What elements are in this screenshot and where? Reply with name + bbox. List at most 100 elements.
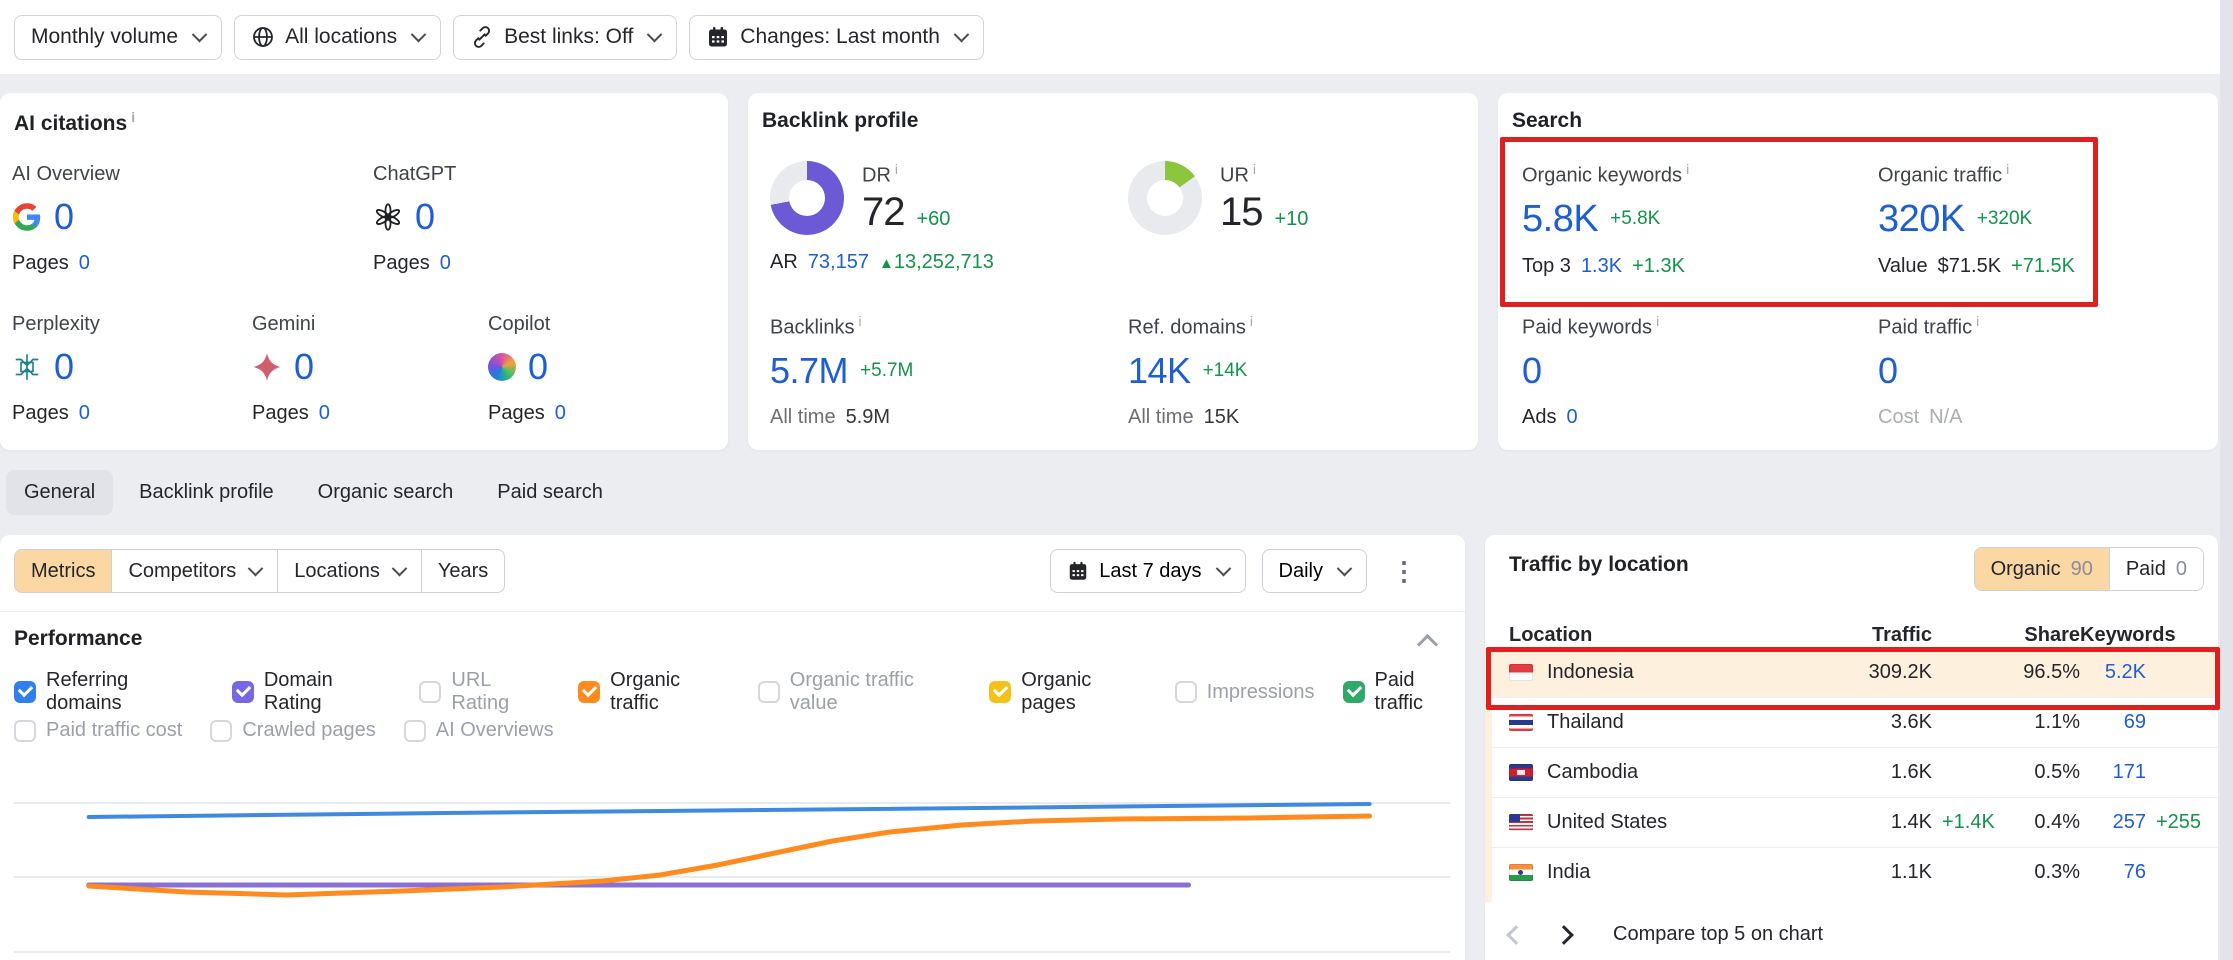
info-icon[interactable]: i bbox=[1253, 161, 1256, 177]
location-row-indonesia[interactable]: Indonesia309.2K96.5%5.2K bbox=[1485, 648, 2218, 697]
next-page-chevron-icon[interactable] bbox=[1554, 925, 1574, 945]
metric-checkbox-organic-traffic-value[interactable]: Organic traffic value bbox=[758, 669, 961, 715]
monthly-volume-dropdown[interactable]: Monthly volume bbox=[14, 15, 222, 60]
locations-dropdown[interactable]: All locations bbox=[234, 15, 441, 60]
info-icon[interactable]: i bbox=[131, 109, 135, 125]
globe-icon bbox=[251, 25, 275, 49]
collapse-chevron-up-icon[interactable] bbox=[1417, 634, 1438, 655]
backlink-profile-title: Backlink profile bbox=[762, 109, 918, 133]
keywords-link[interactable]: 76 bbox=[2080, 861, 2146, 884]
metric-checkbox-impressions[interactable]: Impressions bbox=[1175, 681, 1315, 704]
cost-value: N/A bbox=[1929, 406, 1962, 429]
keywords-link[interactable]: 257 bbox=[2080, 811, 2146, 834]
location-row-united-states[interactable]: United States1.4K+1.4K0.4%257+255 bbox=[1485, 797, 2218, 847]
best-links-dropdown[interactable]: Best links: Off bbox=[453, 15, 677, 60]
perplexity-pages-link[interactable]: 0 bbox=[79, 402, 90, 425]
keywords-link[interactable]: 5.2K bbox=[2080, 661, 2146, 684]
ar-label: AR bbox=[770, 251, 798, 274]
organic-keywords-metric: Organic keywordsi 5.8K +5.8K Top 3 1.3K … bbox=[1522, 161, 1852, 278]
compare-top5-link[interactable]: Compare top 5 on chart bbox=[1613, 923, 1823, 946]
share-value: 96.5% bbox=[2010, 661, 2080, 684]
dr-value: 72 bbox=[862, 190, 905, 235]
top3-value-link[interactable]: 1.3K bbox=[1581, 255, 1622, 278]
info-icon[interactable]: i bbox=[1656, 313, 1659, 329]
metric-checkbox-paid-traffic-cost[interactable]: Paid traffic cost bbox=[14, 719, 182, 742]
copilot-label: Copilot bbox=[488, 313, 708, 336]
metric-checkbox-organic-pages[interactable]: Organic pages bbox=[989, 669, 1146, 715]
checkbox-icon[interactable] bbox=[210, 720, 232, 742]
location-row-thailand[interactable]: Thailand3.6K1.1%69 bbox=[1485, 697, 2218, 747]
years-button[interactable]: Years bbox=[421, 549, 505, 593]
info-icon[interactable]: i bbox=[1976, 313, 1979, 329]
metric-checkbox-organic-traffic[interactable]: Organic traffic bbox=[578, 669, 730, 715]
gemini-metric: Gemini 0 Pages0 bbox=[252, 313, 472, 425]
tab-backlink-profile[interactable]: Backlink profile bbox=[121, 470, 292, 515]
checkbox-icon[interactable] bbox=[14, 720, 36, 742]
checkbox-icon[interactable] bbox=[14, 681, 36, 703]
metric-checkbox-paid-traffic[interactable]: Paid traffic bbox=[1343, 669, 1466, 715]
changes-dropdown[interactable]: Changes: Last month bbox=[689, 15, 984, 60]
in-flag-icon bbox=[1509, 864, 1533, 881]
tab-paid-search[interactable]: Paid search bbox=[479, 470, 621, 515]
ads-value-link[interactable]: 0 bbox=[1566, 406, 1577, 429]
cost-label: Cost bbox=[1878, 406, 1919, 429]
metrics-button[interactable]: Metrics bbox=[14, 549, 112, 593]
metric-checkbox-crawled-pages[interactable]: Crawled pages bbox=[210, 719, 375, 742]
keywords-link[interactable]: 69 bbox=[2080, 711, 2146, 734]
toggle-organic[interactable]: Organic90 bbox=[1975, 548, 2109, 590]
checkbox-icon[interactable] bbox=[1175, 681, 1197, 703]
keywords-link[interactable]: 171 bbox=[2080, 761, 2146, 784]
metric-checkbox-domain-rating[interactable]: Domain Rating bbox=[232, 669, 392, 715]
performance-card: Metrics Competitors Locations Years Last… bbox=[0, 535, 1465, 960]
backlinks-delta: +5.7M bbox=[860, 360, 913, 382]
ar-value-link[interactable]: 73,157 bbox=[808, 251, 869, 274]
location-row-cambodia[interactable]: Cambodia1.6K0.5%171 bbox=[1485, 747, 2218, 797]
page-scrollbar[interactable] bbox=[2220, 0, 2233, 960]
metric-checkbox-label: Crawled pages bbox=[242, 719, 375, 742]
paid-traffic-label: Paid traffici bbox=[1878, 313, 2208, 340]
info-icon[interactable]: i bbox=[2006, 161, 2009, 177]
metric-checkbox-label: URL Rating bbox=[451, 669, 550, 715]
checkbox-icon[interactable] bbox=[1343, 681, 1365, 703]
checkbox-icon[interactable] bbox=[419, 681, 441, 703]
metric-checkbox-label: Organic pages bbox=[1021, 669, 1146, 715]
info-icon[interactable]: i bbox=[1686, 161, 1689, 177]
more-options-kebab-icon[interactable]: ⋮ bbox=[1383, 556, 1425, 587]
performance-line-chart[interactable] bbox=[14, 760, 1450, 960]
country-name: Cambodia bbox=[1547, 761, 1638, 784]
traffic-value: 309.2K bbox=[1822, 661, 1932, 684]
metric-checkbox-ai-overviews[interactable]: AI Overviews bbox=[404, 719, 554, 742]
ai-overview-pages-link[interactable]: 0 bbox=[79, 252, 90, 275]
info-icon[interactable]: i bbox=[1250, 313, 1253, 329]
domain-rating-gauge: DRi 72 +60 bbox=[770, 161, 950, 235]
organic-traffic-delta: +320K bbox=[1977, 208, 2032, 230]
metric-checkbox-referring-domains[interactable]: Referring domains bbox=[14, 669, 204, 715]
backlinks-value: 5.7M bbox=[770, 350, 848, 392]
chevron-down-icon bbox=[1337, 560, 1353, 576]
checkbox-icon[interactable] bbox=[758, 681, 780, 703]
checkbox-icon[interactable] bbox=[578, 681, 600, 703]
column-traffic: Traffic bbox=[1822, 624, 1932, 647]
divider bbox=[0, 611, 1465, 612]
info-icon[interactable]: i bbox=[858, 313, 861, 329]
info-icon[interactable]: i bbox=[895, 161, 898, 177]
checkbox-icon[interactable] bbox=[989, 681, 1011, 703]
locations-dropdown[interactable]: Locations bbox=[277, 549, 422, 593]
previous-page-chevron-icon[interactable] bbox=[1506, 925, 1526, 945]
metric-checkbox-label: Referring domains bbox=[46, 669, 204, 715]
location-row-india[interactable]: India1.1K0.3%76 bbox=[1485, 847, 2218, 897]
checkbox-icon[interactable] bbox=[232, 681, 254, 703]
chatgpt-pages-link[interactable]: 0 bbox=[440, 252, 451, 275]
competitors-dropdown[interactable]: Competitors bbox=[111, 549, 278, 593]
granularity-dropdown[interactable]: Daily bbox=[1262, 549, 1367, 593]
copilot-pages-link[interactable]: 0 bbox=[555, 402, 566, 425]
metric-checkbox-url-rating[interactable]: URL Rating bbox=[419, 669, 550, 715]
date-range-dropdown[interactable]: Last 7 days bbox=[1050, 549, 1245, 593]
tab-organic-search[interactable]: Organic search bbox=[300, 470, 472, 515]
checkbox-icon[interactable] bbox=[404, 720, 426, 742]
tab-general[interactable]: General bbox=[6, 470, 113, 515]
toggle-paid[interactable]: Paid0 bbox=[2109, 548, 2203, 590]
perplexity-icon bbox=[12, 352, 42, 382]
gemini-pages-link[interactable]: 0 bbox=[319, 402, 330, 425]
alltime-value: 5.9M bbox=[846, 406, 890, 429]
